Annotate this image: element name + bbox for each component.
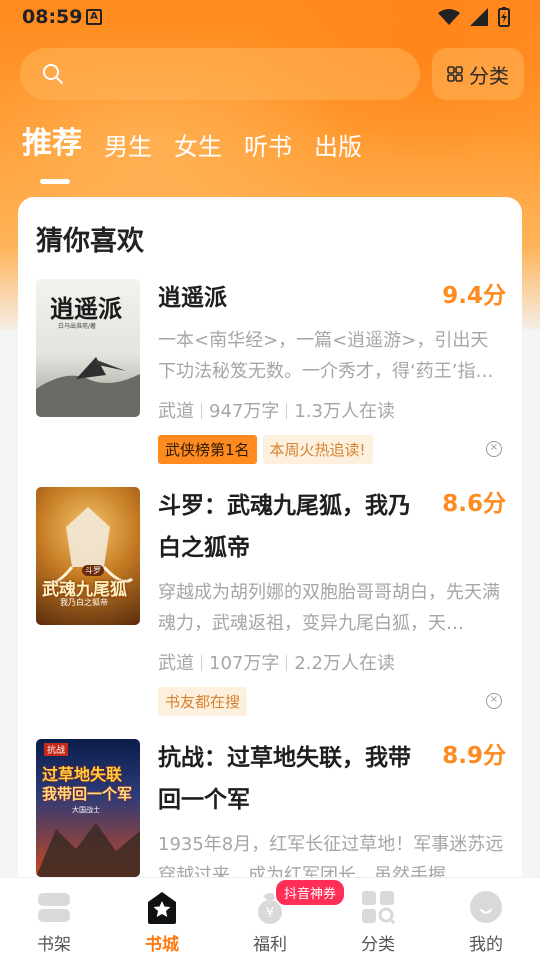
book-cover[interactable]: 斗罗 武魂九尾狐 我乃白之狐帝 [36, 487, 140, 625]
hot-tag: 本周火热追读! [262, 435, 373, 464]
book-score: 9.4分 [442, 283, 506, 309]
channel-tabs: 推荐 男生 女生 听书 出版 [22, 118, 384, 184]
nav-label: 分类 [361, 935, 395, 955]
book-readers: 2.2万人在读 [294, 653, 395, 674]
book-item[interactable]: 逍遥派 白马出淮苑/著 逍遥派 9.4分 一本<南华经>，一篇<逍遥游>，引出天… [36, 277, 506, 464]
tab-published[interactable]: 出版 [314, 127, 362, 168]
category-button[interactable]: 分类 [432, 48, 524, 100]
book-tags: 武侠榜第1名 本周火热追读! [158, 435, 373, 464]
book-description: 穿越成为胡列娜的双胞胎哥哥胡白，先天满魂力，武魂返祖，变异九尾白狐，天… [158, 582, 500, 634]
category-button-label: 分类 [469, 63, 509, 88]
separator [201, 403, 202, 419]
dismiss-icon[interactable]: × [486, 693, 502, 709]
bookshelf-icon [38, 893, 70, 922]
section-title: 猜你喜欢 [36, 226, 144, 257]
promo-badge[interactable]: 抖音神券 [274, 878, 347, 907]
category-icon [362, 891, 395, 924]
book-tags: 书友都在搜 [158, 687, 248, 716]
book-score: 8.6分 [442, 491, 506, 517]
separator [201, 655, 202, 671]
search-icon [43, 64, 63, 84]
tab-recommend[interactable]: 推荐 [22, 118, 82, 184]
separator [286, 655, 288, 671]
battery-icon [498, 7, 510, 27]
cover-illustration [36, 823, 140, 877]
book-title[interactable]: 抗战：过草地失联，我带回一个军 [158, 737, 428, 821]
cover-subtitle: 我乃白之狐帝 [60, 598, 108, 607]
nav-label: 书城 [145, 935, 179, 955]
nav-bookstore[interactable]: 书城 [108, 878, 216, 960]
dismiss-icon[interactable]: × [486, 441, 502, 457]
wifi-icon [438, 9, 460, 25]
tab-female[interactable]: 女生 [174, 127, 222, 168]
book-meta: 武道 107万字 2.2万人在读 [158, 649, 395, 675]
signal-icon [470, 8, 488, 26]
search-tag: 书友都在搜 [158, 687, 248, 716]
rank-tag: 武侠榜第1名 [158, 435, 257, 464]
book-title[interactable]: 逍遥派 [158, 277, 428, 319]
book-description: 一本<南华经>，一篇<逍遥游>，引出天下功法秘笈无数。一介秀才，得‘药王’指… [158, 330, 494, 382]
status-bar: 08:59 A [0, 0, 540, 34]
book-item[interactable]: 斗罗 武魂九尾狐 我乃白之狐帝 斗罗：武魂九尾狐，我乃白之狐帝 8.6分 穿越成… [36, 485, 506, 716]
svg-text:¥: ¥ [266, 906, 274, 921]
book-genre: 武道 [158, 653, 194, 674]
book-item[interactable]: 抗战 过草地失联 我带回一个军 大国战士 抗战：过草地失联，我带回一个军 8.9… [36, 739, 506, 897]
book-words: 947万字 [209, 401, 280, 422]
book-cover[interactable]: 抗战 过草地失联 我带回一个军 大国战士 [36, 739, 140, 877]
profile-icon [470, 891, 502, 923]
book-cover[interactable]: 逍遥派 白马出淮苑/著 [36, 279, 140, 417]
book-genre: 武道 [158, 401, 194, 422]
nav-profile[interactable]: 我的 [432, 878, 540, 960]
separator [286, 403, 288, 419]
book-meta: 武道 947万字 1.3万人在读 [158, 397, 395, 423]
book-score: 8.9分 [442, 743, 506, 769]
nav-label: 我的 [469, 935, 503, 955]
grid-icon [447, 66, 463, 82]
bookstore-icon [148, 892, 176, 924]
nav-label: 福利 [253, 935, 287, 955]
status-time: 08:59 [22, 6, 83, 28]
nav-bookshelf[interactable]: 书架 [0, 878, 108, 960]
cover-title: 逍遥派 [50, 294, 122, 323]
tab-audiobooks[interactable]: 听书 [244, 127, 292, 168]
book-readers: 1.3万人在读 [294, 401, 395, 422]
cover-author: 白马出淮苑/著 [58, 323, 97, 330]
notification-badge: A [86, 9, 102, 25]
bottom-nav: 书架 书城 ¥ 福利 分类 我的 [0, 877, 540, 960]
recommend-card: 猜你喜欢 逍遥派 白马出淮苑/著 逍遥派 9.4分 一本<南华经>，一篇<逍遥游… [18, 197, 522, 897]
status-icons [438, 7, 510, 27]
nav-label: 书架 [37, 935, 71, 955]
tab-male[interactable]: 男生 [104, 127, 152, 168]
book-words: 107万字 [209, 653, 280, 674]
book-title[interactable]: 斗罗：武魂九尾狐，我乃白之狐帝 [158, 485, 428, 569]
search-bar[interactable] [20, 48, 420, 100]
